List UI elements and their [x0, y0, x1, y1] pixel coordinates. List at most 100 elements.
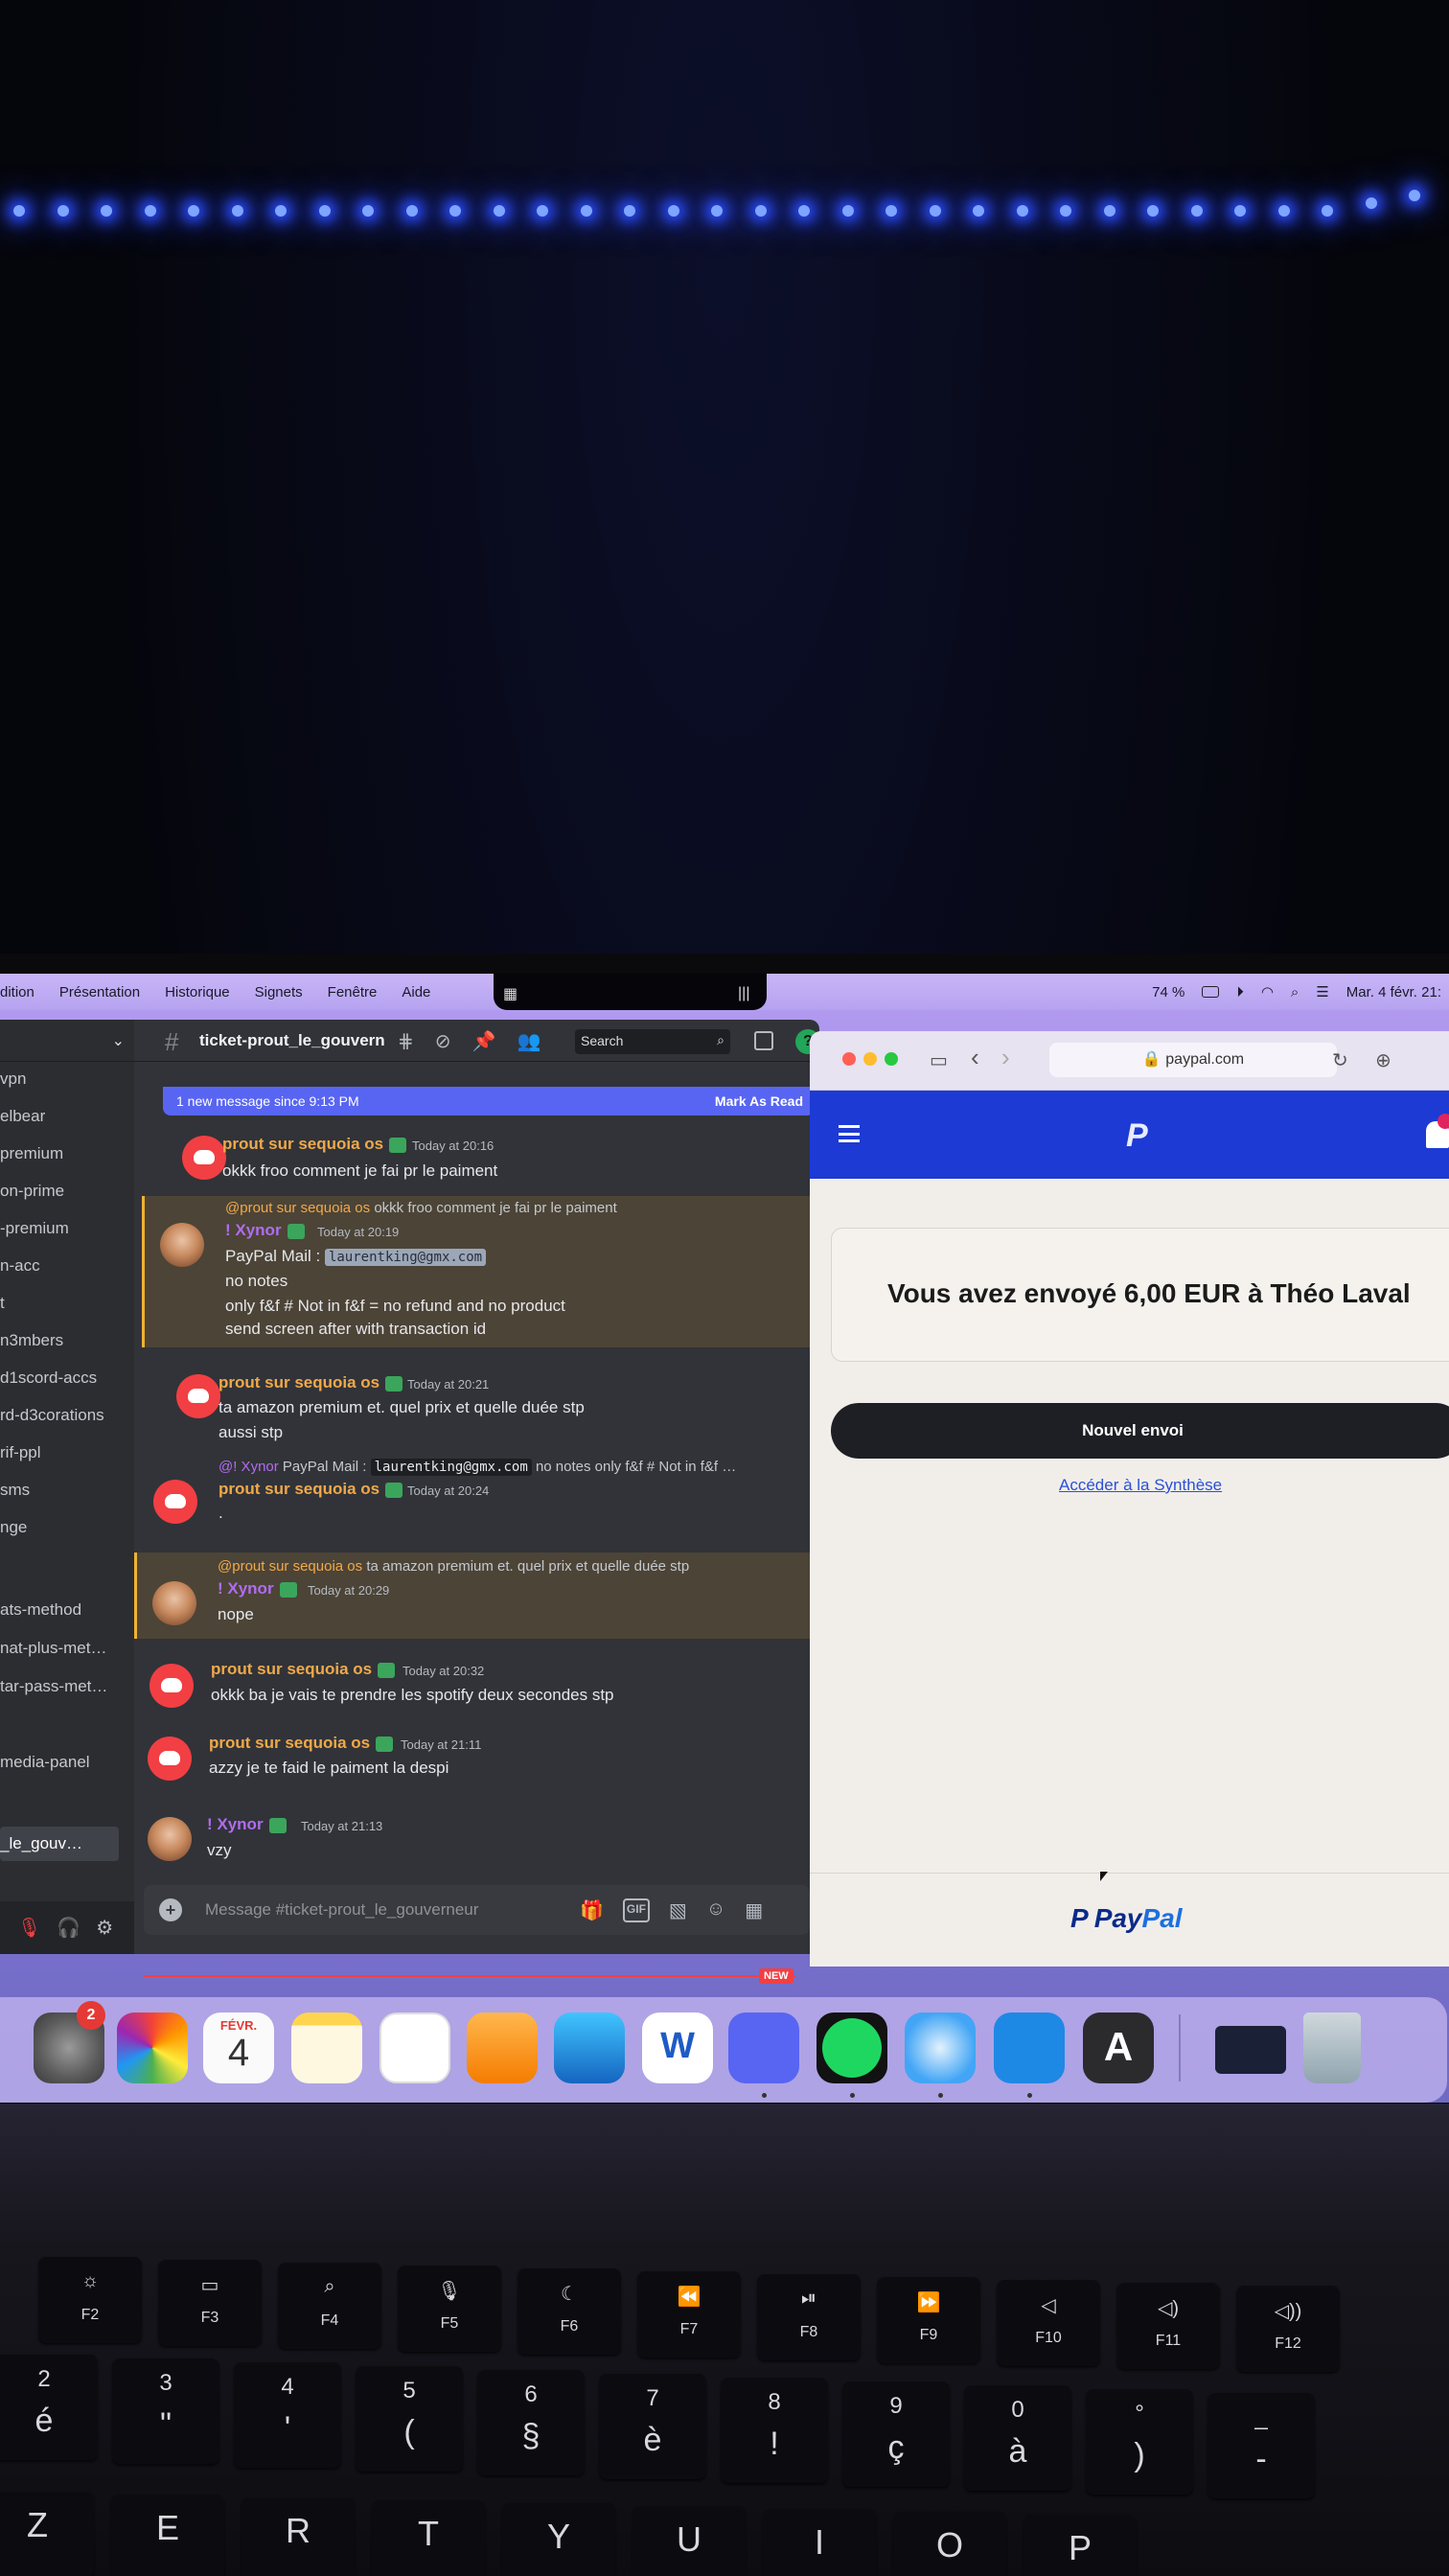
audio-levels-icon[interactable]: ||| — [738, 985, 749, 1002]
wifi-icon[interactable]: ◠ — [1261, 983, 1274, 1000]
number-key[interactable]: 2é — [0, 2355, 98, 2460]
sidebar-toggle-icon[interactable]: ▭ — [930, 1048, 948, 1072]
sidebar-channel[interactable]: nat-plus-met… — [0, 1639, 106, 1658]
server-header[interactable]: ⌄ — [0, 1020, 134, 1062]
sidebar-channel[interactable]: rif-ppl — [0, 1443, 41, 1462]
gift-icon[interactable]: 🎁 — [580, 1898, 604, 1922]
bell-muted-icon[interactable]: ⊘ — [435, 1029, 451, 1053]
letter-key[interactable]: U — [632, 2506, 746, 2576]
menu-historique[interactable]: Historique — [165, 984, 230, 1000]
username[interactable]: prout sur sequoia os — [218, 1480, 403, 1499]
zoom-window-button[interactable] — [885, 1052, 898, 1066]
new-send-button[interactable]: Nouvel envoi — [831, 1403, 1449, 1459]
calendar-app[interactable]: FÉVR. 4 — [203, 2012, 274, 2083]
pages-app[interactable] — [467, 2012, 538, 2083]
username[interactable]: ! Xynor — [207, 1815, 287, 1834]
back-icon[interactable]: ‹ — [971, 1043, 979, 1072]
emoji-icon[interactable]: ☺ — [706, 1898, 725, 1922]
freeform-app[interactable] — [380, 2012, 450, 2083]
message-composer[interactable]: + Message #ticket-prout_le_gouverneur 🎁 … — [144, 1885, 810, 1935]
minimized-window-thumbnail[interactable] — [1215, 2026, 1286, 2074]
letter-key[interactable]: T — [372, 2500, 485, 2576]
sidebar-channel[interactable]: nge — [0, 1518, 27, 1537]
sidebar-channel[interactable]: vpn — [0, 1070, 26, 1089]
battery-icon[interactable] — [1202, 986, 1220, 998]
sidebar-channel[interactable]: elbear — [0, 1107, 45, 1126]
function-key[interactable]: ⏪ F7 — [637, 2271, 741, 2358]
pin-icon[interactable]: 📌 — [472, 1029, 496, 1053]
menu-fenetre[interactable]: Fenêtre — [328, 984, 378, 1000]
avatar[interactable] — [152, 1581, 196, 1625]
reply-preview[interactable]: @prout sur sequoia os ta amazon premium … — [218, 1558, 689, 1575]
menu-aide[interactable]: Aide — [402, 984, 430, 1000]
avatar[interactable] — [148, 1817, 192, 1861]
trash-icon[interactable] — [1303, 2012, 1361, 2083]
number-key[interactable]: 4 ' — [234, 2362, 341, 2468]
chevron-down-icon[interactable]: ⌄ — [112, 1031, 125, 1050]
avatar[interactable] — [160, 1223, 204, 1267]
email-code[interactable]: laurentking@gmx.com — [324, 1249, 487, 1266]
headphones-icon[interactable]: 🎧 — [57, 1916, 80, 1940]
new-messages-banner[interactable]: 1 new message since 9:13 PM Mark As Read — [163, 1087, 815, 1116]
safari-app[interactable] — [905, 2012, 976, 2083]
search-input[interactable]: Search ⌕ — [575, 1029, 730, 1054]
function-key[interactable]: ☾ F6 — [518, 2268, 621, 2355]
sticker-icon[interactable]: ▧ — [669, 1898, 687, 1922]
number-key[interactable]: 6 § — [477, 2370, 585, 2475]
number-key[interactable]: 7è — [599, 2374, 706, 2479]
number-key[interactable]: 3 " — [112, 2358, 219, 2464]
spotify-app[interactable] — [816, 2012, 887, 2083]
discord-app[interactable] — [728, 2012, 799, 2083]
sidebar-channel[interactable]: media-panel — [0, 1753, 90, 1772]
number-key[interactable]: _ - — [1208, 2393, 1315, 2498]
play-icon[interactable]: ⏵ — [1236, 984, 1244, 1000]
close-window-button[interactable] — [842, 1052, 856, 1066]
avatar[interactable] — [182, 1136, 226, 1180]
notes-app[interactable] — [291, 2012, 362, 2083]
gif-icon[interactable]: GIF — [622, 1898, 650, 1922]
control-center-icon[interactable]: ☰ — [1316, 983, 1328, 1000]
function-key[interactable]: ☼ F2 — [38, 2257, 142, 2343]
avatar[interactable] — [153, 1480, 197, 1524]
letter-key[interactable]: O — [893, 2512, 1006, 2576]
mark-as-read-button[interactable]: Mark As Read — [715, 1093, 803, 1109]
notch-app-icon[interactable]: ▦ — [503, 984, 518, 1003]
sidebar-channel[interactable]: sms — [0, 1481, 30, 1500]
sidebar-channel[interactable]: t — [0, 1294, 5, 1313]
letter-key[interactable]: R — [242, 2497, 355, 2576]
letter-key[interactable]: I — [763, 2509, 876, 2576]
spotlight-icon[interactable]: ⌕ — [1291, 984, 1299, 1000]
avatar[interactable] — [150, 1664, 194, 1708]
username[interactable]: ! Xynor — [225, 1221, 305, 1240]
word-app[interactable]: W — [642, 2012, 713, 2083]
vscode-app[interactable] — [994, 2012, 1065, 2083]
minimize-window-button[interactable] — [863, 1052, 877, 1066]
sidebar-channel[interactable]: on-prime — [0, 1182, 64, 1201]
apps-icon[interactable]: ▦ — [745, 1898, 763, 1922]
function-key[interactable]: ▭ F3 — [158, 2260, 262, 2346]
sidebar-channel[interactable]: -premium — [0, 1219, 69, 1238]
gear-icon[interactable]: ⚙ — [96, 1916, 113, 1940]
function-key[interactable]: ◁ F10 — [997, 2280, 1100, 2366]
number-key[interactable]: 8! — [721, 2378, 828, 2483]
letter-key[interactable]: Z — [0, 2492, 94, 2576]
clock[interactable]: Mar. 4 févr. 21: — [1346, 984, 1441, 1000]
function-key[interactable]: ⏯ F8 — [757, 2274, 861, 2360]
username[interactable]: prout sur sequoia os — [218, 1373, 403, 1392]
inbox-icon[interactable] — [754, 1031, 773, 1050]
summary-link[interactable]: Accéder à la Synthèse — [1059, 1476, 1222, 1495]
reload-icon[interactable]: ↻ — [1332, 1048, 1348, 1072]
download-icon[interactable]: ⊕ — [1375, 1048, 1392, 1072]
number-key[interactable]: 0à — [964, 2385, 1071, 2491]
username[interactable]: prout sur sequoia os — [209, 1734, 394, 1753]
threads-icon[interactable]: ⋕ — [398, 1029, 414, 1053]
sidebar-channel-active[interactable]: _le_gouv… — [0, 1827, 119, 1861]
menu-edition[interactable]: dition — [0, 984, 34, 1000]
sidebar-channel[interactable]: ats-method — [0, 1600, 81, 1620]
function-key[interactable]: ◁)) F12 — [1236, 2286, 1340, 2372]
avatar[interactable] — [176, 1374, 220, 1418]
font-book-app[interactable]: A — [1083, 2012, 1154, 2083]
function-key[interactable]: 🎙 F5 — [398, 2266, 501, 2352]
app-store-app[interactable] — [554, 2012, 625, 2083]
reply-preview[interactable]: @! Xynor PayPal Mail : laurentking@gmx.c… — [218, 1459, 736, 1476]
